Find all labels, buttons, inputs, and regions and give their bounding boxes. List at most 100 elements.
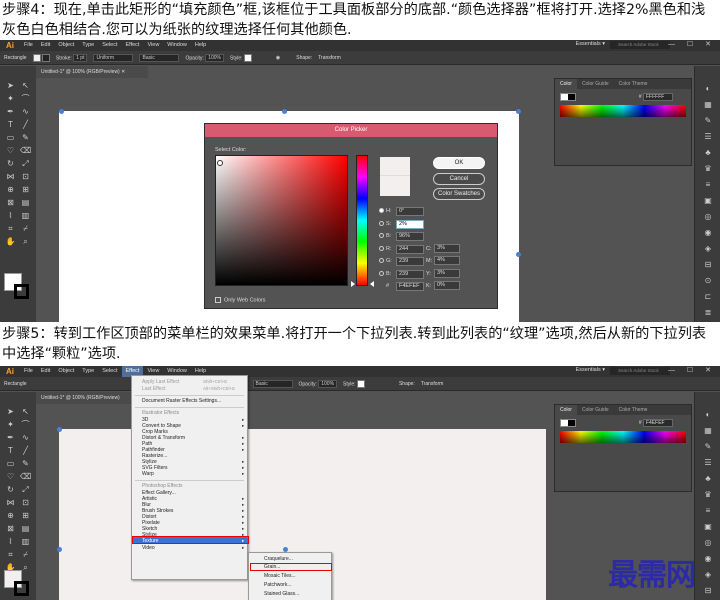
transform-link[interactable]: Transform [421, 381, 444, 387]
zoom-tool-icon[interactable]: ⌕ [20, 236, 31, 247]
type-tool-icon[interactable]: T [5, 445, 16, 456]
menu-item-raster-settings[interactable]: Document Raster Effects Settings... [142, 398, 221, 404]
lasso-icon[interactable]: ⌒ [20, 419, 31, 430]
hex-input[interactable]: F4EFEF [396, 282, 424, 291]
brushes-icon[interactable]: ✎ [702, 442, 714, 452]
g-input[interactable]: 239 [396, 257, 424, 266]
brush-definition[interactable]: Basic [139, 53, 180, 62]
shaper-icon[interactable]: ♡ [5, 471, 16, 482]
selection-tool-icon[interactable]: ➤ [5, 80, 16, 91]
close-tab-icon[interactable]: ✕ [121, 69, 125, 75]
hex-input[interactable]: F4EFEF [643, 419, 673, 427]
web-colors-checkbox[interactable] [215, 297, 221, 303]
menu-item-stained-glass[interactable]: Stained Glass... [264, 591, 299, 597]
anchor-point[interactable] [57, 427, 62, 432]
mesh-icon[interactable]: ⊠ [5, 197, 16, 208]
perspective-grid-icon[interactable]: ⊞ [20, 184, 31, 195]
opacity-input[interactable]: 100% [205, 53, 225, 62]
saturation-radio[interactable] [379, 220, 384, 226]
menu-edit[interactable]: Edit [37, 40, 54, 51]
workspace-switcher[interactable]: Essentials ▾ [576, 41, 605, 47]
direct-selection-tool-icon[interactable]: ↖ [20, 406, 31, 417]
slice-tool-icon[interactable]: ⌿ [20, 549, 31, 560]
eyedropper-icon[interactable]: ⌇ [5, 536, 16, 547]
pathfinder-icon[interactable]: ≣ [702, 308, 714, 318]
artboards-icon[interactable]: ⊟ [702, 586, 714, 596]
m-input[interactable]: 4% [434, 256, 460, 265]
graphic-styles-icon[interactable]: ♛ [702, 490, 714, 500]
line-tool-icon[interactable]: ╱ [20, 119, 31, 130]
fill-stroke-mini-swatch[interactable] [560, 93, 576, 101]
artboard-tool-icon[interactable]: ⌗ [5, 223, 16, 234]
lasso-icon[interactable]: ⌒ [20, 93, 31, 104]
y-input[interactable]: 3% [434, 268, 460, 278]
variable-width-profile[interactable]: Uniform [93, 53, 134, 62]
fill-swatch[interactable] [32, 53, 41, 62]
pen-tool-icon[interactable]: ✒ [5, 432, 16, 443]
color-spectrum[interactable] [560, 431, 686, 443]
rotate-icon[interactable]: ↻ [5, 158, 16, 169]
width-tool-icon[interactable]: ⋈ [5, 497, 16, 508]
hue-slider[interactable] [356, 155, 368, 286]
menu-effect[interactable]: Effect [122, 40, 144, 51]
transform-link[interactable]: Transform [318, 55, 341, 61]
stroke-color-box[interactable] [14, 284, 29, 299]
menu-select[interactable]: Select [98, 366, 121, 377]
stroke-panel-icon[interactable]: ≡ [702, 506, 714, 516]
shape-builder-icon[interactable]: ⊕ [5, 510, 16, 521]
blue-input[interactable]: 239 [396, 269, 424, 279]
menu-file[interactable]: File [20, 40, 37, 51]
shaper-icon[interactable]: ♡ [5, 145, 16, 156]
symbols-icon[interactable]: ♣ [702, 474, 714, 484]
symbols-icon[interactable]: ♣ [702, 148, 714, 158]
type-tool-icon[interactable]: T [5, 119, 16, 130]
menu-help[interactable]: Help [191, 40, 210, 51]
hue-radio[interactable] [379, 208, 384, 214]
workspace-switcher[interactable]: Essentials ▾ [576, 367, 605, 373]
menu-object[interactable]: Object [54, 366, 78, 377]
s-input[interactable]: 2% [396, 219, 424, 229]
color-spectrum[interactable] [560, 105, 686, 117]
k-input[interactable]: 0% [434, 281, 460, 290]
b-input[interactable]: 96% [396, 232, 424, 241]
r-input[interactable]: 244 [396, 244, 424, 254]
free-transform-icon[interactable]: ⊡ [20, 171, 31, 182]
hue-slider-arrow-right[interactable] [370, 281, 374, 287]
align-icon[interactable]: ⊏ [702, 292, 714, 302]
transparency-icon[interactable]: ◎ [702, 538, 714, 548]
shape-builder-icon[interactable]: ⊕ [5, 184, 16, 195]
hue-slider-arrow-left[interactable] [351, 281, 355, 287]
paintbrush-icon[interactable]: ✎ [20, 458, 31, 469]
eraser-icon[interactable]: ⌫ [20, 145, 31, 156]
stock-search-input[interactable]: Search Adobe Stock [610, 41, 670, 49]
scale-icon[interactable]: ⤢ [20, 158, 31, 169]
paintbrush-icon[interactable]: ✎ [20, 132, 31, 143]
stock-search-input[interactable]: Search Adobe Stock [610, 367, 670, 375]
links-icon[interactable]: ⊙ [702, 276, 714, 286]
green-radio[interactable] [379, 258, 384, 264]
tab-color-theme[interactable]: Color Theme [614, 79, 653, 89]
menu-item-craquelure[interactable]: Craquelure... [264, 556, 293, 562]
tab-color-guide[interactable]: Color Guide [577, 79, 614, 89]
menu-item-warp[interactable]: Warp [142, 471, 154, 477]
menu-item-grain[interactable]: Grain... [264, 564, 280, 570]
layers-icon[interactable]: ◈ [702, 244, 714, 254]
graph-tool-icon[interactable]: ▥ [20, 210, 31, 221]
anchor-point[interactable] [282, 109, 287, 114]
tab-color-guide[interactable]: Color Guide [577, 405, 614, 415]
magic-wand-icon[interactable]: ✦ [5, 93, 16, 104]
graph-tool-icon[interactable]: ▥ [20, 536, 31, 547]
menu-item-apply-last-effect[interactable]: Apply Last Effect [142, 379, 179, 385]
perspective-grid-icon[interactable]: ⊞ [20, 510, 31, 521]
color-guide-icon[interactable]: ▦ [702, 100, 714, 110]
anchor-point[interactable] [59, 109, 64, 114]
gradient-panel-icon[interactable]: ▣ [702, 522, 714, 532]
hand-tool-icon[interactable]: ✋ [5, 236, 16, 247]
artboard-tool-icon[interactable]: ⌗ [5, 549, 16, 560]
shape-label[interactable]: Shape: [399, 381, 415, 387]
menu-type[interactable]: Type [78, 366, 98, 377]
stroke-swatch[interactable] [41, 53, 50, 62]
artboards-icon[interactable]: ⊟ [702, 260, 714, 270]
properties-icon[interactable]: ☰ [702, 458, 714, 468]
color-panel-icon[interactable]: ◐ [702, 84, 714, 94]
